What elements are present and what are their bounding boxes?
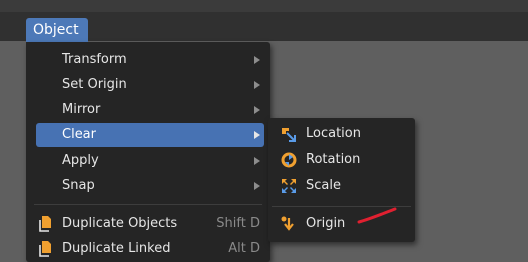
- menu-item-label: Snap: [62, 178, 95, 193]
- submenu-arrow-icon: [254, 56, 260, 64]
- menu-item-transform[interactable]: Transform: [36, 48, 264, 72]
- menu-item-duplicate-objects[interactable]: Duplicate Objects Shift D: [36, 212, 264, 236]
- scale-icon: [280, 177, 298, 195]
- menu-item-mirror[interactable]: Mirror: [36, 98, 264, 122]
- rotation-icon: [280, 151, 298, 169]
- menu-item-set-origin[interactable]: Set Origin: [36, 73, 264, 97]
- menu-item-label: Apply: [62, 153, 99, 168]
- submenu-arrow-icon: [254, 157, 260, 165]
- submenu-arrow-icon: [254, 131, 260, 139]
- submenu-item-label: Rotation: [306, 152, 361, 167]
- menu-item-label: Clear: [62, 127, 96, 142]
- menu-item-duplicate-linked[interactable]: Duplicate Linked Alt D: [36, 237, 264, 261]
- submenu-item-label: Scale: [306, 178, 341, 193]
- location-icon: [280, 125, 298, 143]
- object-menu: Transform Set Origin Mirror Clear Apply …: [26, 42, 270, 262]
- menu-item-snap[interactable]: Snap: [36, 174, 264, 198]
- object-menu-button[interactable]: Object: [26, 18, 88, 42]
- submenu-item-location[interactable]: Location: [272, 122, 412, 146]
- annotation-stroke: [357, 207, 397, 224]
- submenu-arrow-icon: [254, 106, 260, 114]
- submenu-item-label: Location: [306, 126, 361, 141]
- origin-icon: [280, 215, 298, 233]
- duplicate-icon: [38, 215, 56, 233]
- menu-item-label: Duplicate Objects: [62, 216, 178, 231]
- menu-item-apply[interactable]: Apply: [36, 149, 264, 173]
- submenu-item-rotation[interactable]: Rotation: [272, 148, 412, 172]
- submenu-item-label: Origin: [306, 216, 346, 231]
- submenu-item-scale[interactable]: Scale: [272, 174, 412, 198]
- menu-divider: [34, 204, 262, 205]
- menu-item-label: Mirror: [62, 102, 101, 117]
- menu-item-shortcut: Shift D: [216, 216, 260, 231]
- duplicate-linked-icon: [38, 240, 56, 258]
- object-menu-label: Object: [33, 22, 79, 38]
- submenu-arrow-icon: [254, 81, 260, 89]
- menu-item-clear[interactable]: Clear: [36, 123, 264, 147]
- submenu-arrow-icon: [254, 182, 260, 190]
- menu-item-label: Transform: [62, 52, 127, 67]
- menu-item-label: Set Origin: [62, 77, 127, 92]
- window-top-strip: [0, 0, 528, 12]
